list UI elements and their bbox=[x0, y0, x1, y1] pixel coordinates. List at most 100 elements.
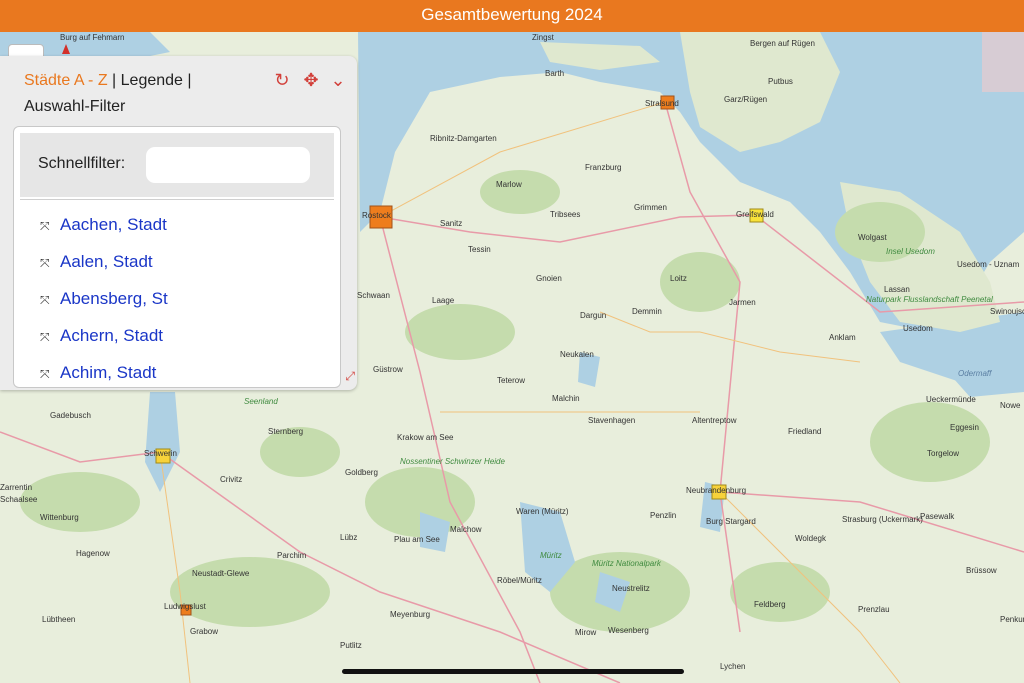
quick-filter-bar: Schnellfilter: bbox=[20, 133, 334, 197]
map-label: Putbus bbox=[768, 77, 793, 86]
map-label: Lübtheen bbox=[42, 615, 75, 624]
map-label: Lychen bbox=[720, 662, 746, 671]
map-label: Franzburg bbox=[585, 163, 621, 172]
map-label: Zingst bbox=[532, 33, 555, 42]
list-item-label[interactable]: Achim, Stadt bbox=[60, 363, 156, 382]
map-label: Waren (Müritz) bbox=[516, 507, 569, 516]
map-label: Malchow bbox=[450, 525, 482, 534]
chevron-down-icon[interactable]: ⌄ bbox=[328, 70, 348, 90]
map-label: Wesenberg bbox=[608, 626, 649, 635]
list-item-label[interactable]: Aachen, Stadt bbox=[60, 215, 167, 234]
map-label: Brüssow bbox=[966, 566, 997, 575]
map-label: Woldegk bbox=[795, 534, 827, 543]
tab-legend[interactable]: Legende bbox=[121, 72, 183, 89]
list-item[interactable]: ⤧ Achern, Stadt bbox=[40, 326, 163, 350]
collapse-arrows-icon: ⤧ bbox=[40, 330, 50, 344]
map-label: Penzlin bbox=[650, 511, 676, 520]
map-label: Friedland bbox=[788, 427, 821, 436]
map-area-label: Naturpark Flusslandschaft Peenetal bbox=[866, 295, 993, 304]
quick-filter-input[interactable] bbox=[146, 147, 310, 183]
north-arrow-icon bbox=[62, 44, 70, 54]
map-label: Nowe bbox=[1000, 401, 1021, 410]
map-label: Swinoujscie bbox=[990, 307, 1024, 316]
map-label: Mirow bbox=[575, 628, 597, 637]
map-label: Sanitz bbox=[440, 219, 462, 228]
map-label: Wittenburg bbox=[40, 513, 79, 522]
list-item[interactable]: ⤧ Aalen, Stadt bbox=[40, 252, 153, 276]
quick-filter-label: Schnellfilter: bbox=[38, 155, 126, 172]
map-label: Barth bbox=[545, 69, 564, 78]
map-label: Altentreptow bbox=[692, 416, 737, 425]
map-area-label: Müritz bbox=[540, 551, 562, 560]
expand-icon[interactable]: ⤢ bbox=[345, 369, 355, 384]
map-label: Greifswald bbox=[736, 210, 774, 219]
map-label: Garz/Rügen bbox=[724, 95, 767, 104]
map-area-label: Müritz Nationalpark bbox=[592, 559, 662, 568]
map-label: Lassan bbox=[884, 285, 910, 294]
map-label: Güstrow bbox=[373, 365, 403, 374]
map-label: Usedom bbox=[903, 324, 933, 333]
map-label: Putlitz bbox=[340, 641, 362, 650]
map-label: Grimmen bbox=[634, 203, 667, 212]
map-label: Prenzlau bbox=[858, 605, 890, 614]
map-label: Stralsund bbox=[645, 99, 679, 108]
map-label: Strasburg (Uckermark) bbox=[842, 515, 923, 524]
map-label: Schaalsee bbox=[0, 495, 38, 504]
list-item-label[interactable]: Aalen, Stadt bbox=[60, 252, 153, 271]
map-label: Feldberg bbox=[754, 600, 786, 609]
map-label: Crivitz bbox=[220, 475, 242, 484]
city-list-container: Schnellfilter: ⤧ Aachen, Stadt ⤧ Aalen, St… bbox=[13, 126, 341, 388]
collapse-arrows-icon: ⤧ bbox=[40, 293, 50, 307]
map-label: Grabow bbox=[190, 627, 218, 636]
move-icon[interactable]: ✥ bbox=[301, 70, 321, 90]
map-label: Penkun bbox=[1000, 615, 1024, 624]
map-label: Ueckermünde bbox=[926, 395, 976, 404]
map-label: Pasewalk bbox=[920, 512, 955, 521]
tab-selection-filter[interactable]: Auswahl-Filter bbox=[24, 98, 125, 115]
map-label: Demmin bbox=[632, 307, 662, 316]
list-item-label[interactable]: Achern, Stadt bbox=[60, 326, 163, 345]
map-label: Schwerin bbox=[144, 449, 177, 458]
tab-separator: | bbox=[107, 72, 121, 89]
tab-cities-a-z[interactable]: Städte A - Z bbox=[24, 72, 108, 89]
panel-tabs: Städte A - Z | Legende | Auswahl-Filter bbox=[24, 68, 192, 120]
map-label: Gadebusch bbox=[50, 411, 91, 420]
home-indicator bbox=[342, 669, 684, 674]
map-label: Malchin bbox=[552, 394, 580, 403]
map-label: Loitz bbox=[670, 274, 687, 283]
map-label: Tribsees bbox=[550, 210, 580, 219]
map-label: Eggesin bbox=[950, 423, 979, 432]
list-item-label[interactable]: Abensberg, St bbox=[60, 289, 168, 308]
collapse-arrows-icon: ⤧ bbox=[40, 219, 50, 233]
map-label: Tessin bbox=[468, 245, 491, 254]
map-area-label: Odermaff bbox=[958, 369, 992, 378]
map-label: Wolgast bbox=[858, 233, 888, 242]
reset-icon[interactable]: ↻ bbox=[272, 70, 292, 90]
map-area-label: Insel Usedom bbox=[886, 247, 935, 256]
tab-separator: | bbox=[182, 72, 192, 89]
map-label: Schwaan bbox=[357, 291, 390, 300]
map-label: Marlow bbox=[496, 180, 522, 189]
map-label: Stavenhagen bbox=[588, 416, 635, 425]
map-label: Neubrandenburg bbox=[686, 486, 746, 495]
map-label: Hagenow bbox=[76, 549, 110, 558]
list-item[interactable]: ⤧ Achim, Stadt bbox=[40, 363, 156, 387]
list-item[interactable]: ⤧ Abensberg, St bbox=[40, 289, 168, 313]
collapse-arrows-icon: ⤧ bbox=[40, 367, 50, 381]
map-label: Plau am See bbox=[394, 535, 440, 544]
map-label: Ludwigslust bbox=[164, 602, 207, 611]
map-label: Laage bbox=[432, 296, 455, 305]
map-label: Ribnitz-Damgarten bbox=[430, 134, 497, 143]
map-label: Röbel/Müritz bbox=[497, 576, 542, 585]
map-area-label: Nossentiner Schwinzer Heide bbox=[400, 457, 505, 466]
list-item[interactable]: ⤧ Aachen, Stadt bbox=[40, 215, 167, 239]
map-label: Dargun bbox=[580, 311, 606, 320]
map-label: Jarmen bbox=[729, 298, 756, 307]
map-label: Burg Stargard bbox=[706, 517, 756, 526]
map-area-label: Seenland bbox=[244, 397, 278, 406]
app-title-bar: Gesamtbewertung 2024 bbox=[0, 0, 1024, 32]
city-list-panel: Städte A - Z | Legende | Auswahl-Filter … bbox=[0, 56, 357, 390]
map-label: Neukalen bbox=[560, 350, 594, 359]
divider bbox=[20, 199, 334, 200]
map-label: Neustadt-Glewe bbox=[192, 569, 250, 578]
